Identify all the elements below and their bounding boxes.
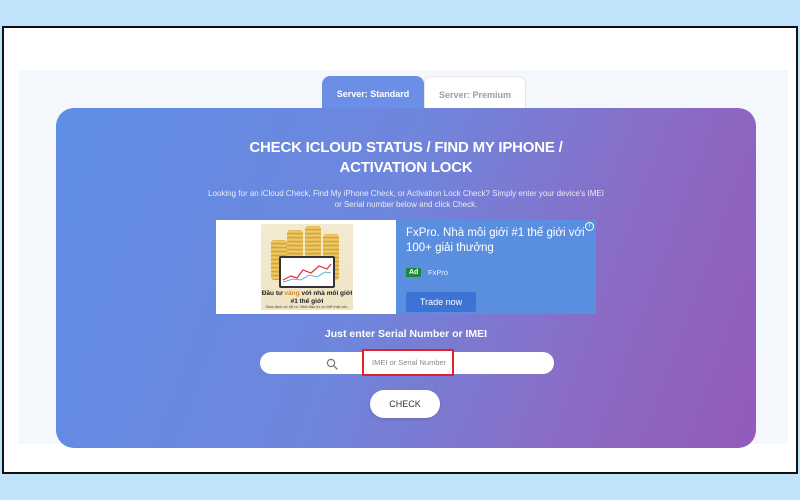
imei-serial-input[interactable] (362, 349, 454, 376)
screenshot-frame: ↙ Server: Standard Server: Premium CHECK… (2, 26, 798, 474)
ad-badge: Ad (406, 268, 422, 277)
advertisement[interactable]: Đầu tư vàng với nhà môi giới #1 thế giới… (216, 220, 596, 314)
search-bar[interactable] (260, 349, 554, 376)
check-card: CHECK ICLOUD STATUS / FIND MY IPHONE / A… (56, 108, 756, 448)
ad-brand: FxPro (428, 268, 449, 277)
ad-headline[interactable]: FxPro. Nhà môi giới #1 thế giới với 100+… (406, 226, 586, 256)
ad-fine-print: Giao dịch có rủi ro. Nhà đầu tư có thể m… (265, 304, 349, 309)
ad-image[interactable]: Đầu tư vàng với nhà môi giới #1 thế giới… (216, 220, 396, 314)
page-title-line2: ACTIVATION LOCK (339, 159, 473, 176)
search-icon (326, 357, 338, 370)
check-button[interactable]: CHECK (370, 390, 440, 418)
tab-server-premium[interactable]: Server: Premium (424, 76, 526, 112)
ad-gold-photo: Đầu tư vàng với nhà môi giới #1 thế giới… (261, 224, 353, 310)
corner-arrow-icon: ↙ (18, 470, 26, 472)
info-icon[interactable]: i (585, 222, 594, 231)
page-title-line1: CHECK ICLOUD STATUS / FIND MY IPHONE / (249, 139, 563, 156)
page-subtitle: Looking for an iCloud Check, Find My iPh… (208, 189, 604, 209)
search-prompt: Just enter Serial Number or IMEI (324, 328, 488, 340)
ad-text-panel[interactable]: FxPro. Nhà môi giới #1 thế giới với 100+… (396, 220, 596, 314)
tablet-chart-icon (279, 256, 335, 288)
tab-server-standard[interactable]: Server: Standard (322, 76, 424, 112)
trade-now-button[interactable]: Trade now (406, 292, 476, 312)
page-title: CHECK ICLOUD STATUS / FIND MY IPHONE / A… (56, 138, 756, 178)
